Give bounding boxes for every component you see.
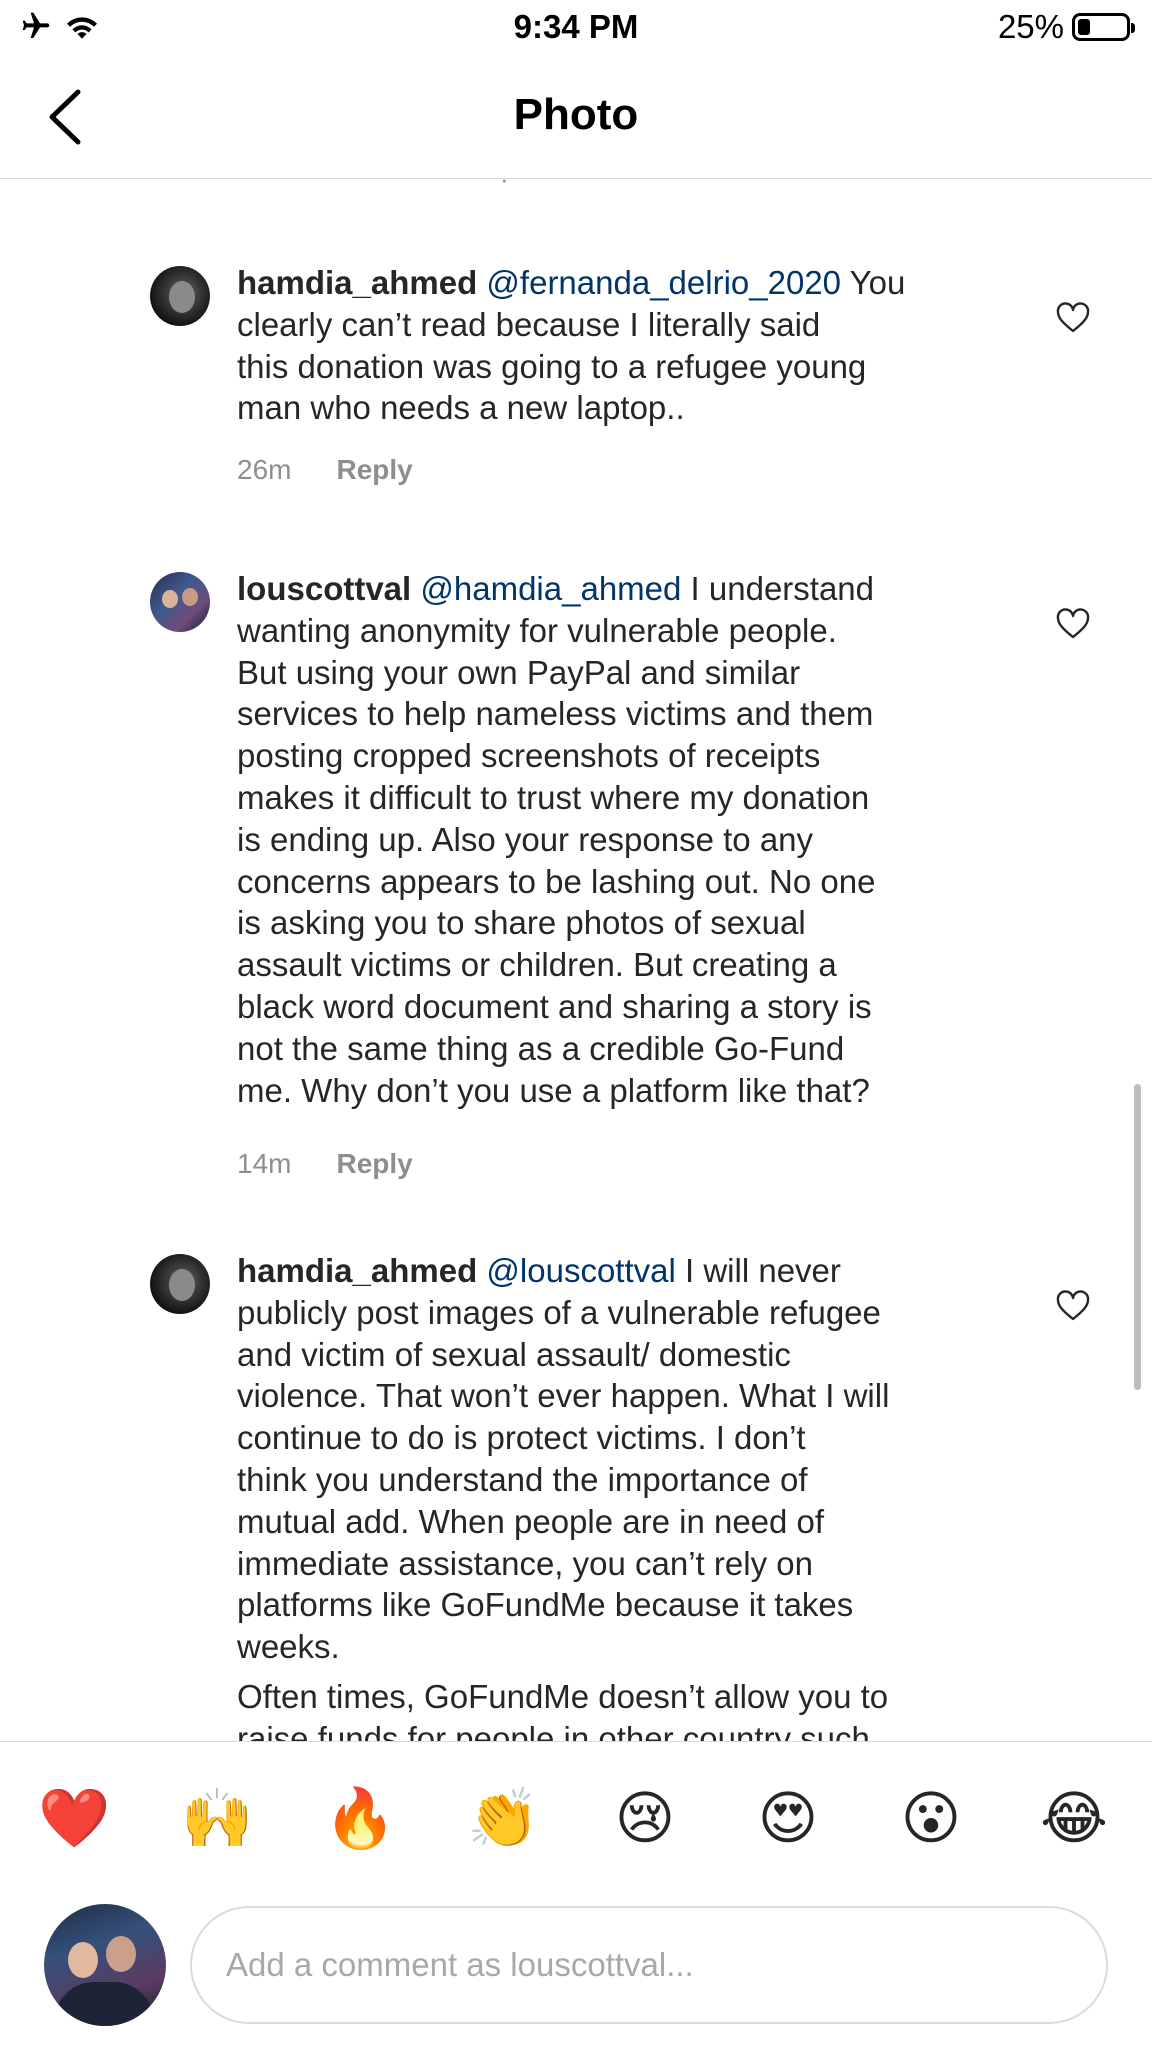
status-right: 25% <box>997 8 1135 46</box>
battery-level <box>1078 19 1090 35</box>
emoji-raised-hands-button[interactable]: 🙌 <box>181 1784 253 1854</box>
comment-text: hamdia_ahmed @fernanda_delrio_2020 You c… <box>237 262 1007 429</box>
status-time: 9:34 PM <box>513 8 639 45</box>
emoji-laughing-button[interactable]: 😂 <box>1039 1784 1109 1854</box>
comment-mention[interactable]: @louscottval <box>486 1252 675 1289</box>
comment-mention[interactable]: @fernanda_delrio_2020 <box>486 264 841 301</box>
emoji-clap-button[interactable]: 👏 <box>467 1784 539 1854</box>
avatar[interactable] <box>150 1254 210 1314</box>
battery-percent: 25% <box>997 8 1064 45</box>
battery-icon <box>1072 13 1135 41</box>
comment-username[interactable]: hamdia_ahmed <box>237 1252 477 1289</box>
reply-button[interactable]: Reply <box>336 1148 412 1180</box>
comments-list[interactable]: · hamdia_ahmed @fernanda_delrio_2020 You… <box>0 178 1152 1742</box>
emoji-crying-button[interactable]: 😢 <box>610 1784 680 1854</box>
comment-continuation: Often times, GoFundMe doesn’t allow you … <box>237 1678 889 1742</box>
comment-meta: 14m Reply <box>237 1148 413 1180</box>
comment-body: I understand wanting anonymity for vulne… <box>237 570 876 1109</box>
heart-icon[interactable] <box>1055 1290 1091 1322</box>
nav-bar: Photo <box>0 60 1152 179</box>
comment-meta: 26m Reply <box>237 454 413 486</box>
emoji-heart-eyes-button[interactable]: 😍 <box>753 1784 823 1854</box>
comment-text: hamdia_ahmed @louscottval I will never p… <box>237 1250 1007 1668</box>
scrollbar[interactable] <box>1134 1084 1141 1390</box>
comment-time: 14m <box>237 1148 292 1179</box>
comment-username[interactable]: louscottval <box>237 570 411 607</box>
comment-username[interactable]: hamdia_ahmed <box>237 264 477 301</box>
status-bar: 9:34 PM 25% <box>0 0 1152 60</box>
emoji-surprised-button[interactable]: 😮 <box>896 1784 966 1854</box>
page-title: Photo <box>513 90 639 139</box>
heart-icon[interactable] <box>1055 608 1091 640</box>
emoji-heart-button[interactable]: ❤️ <box>38 1784 110 1854</box>
comment-mention[interactable]: @hamdia_ahmed <box>420 570 681 607</box>
emoji-bar: ❤️ 🙌 🔥 👏 😢 😍 😮 😂 <box>0 1741 1152 1892</box>
avatar[interactable] <box>150 266 210 326</box>
comment-input[interactable] <box>190 1906 1108 2024</box>
cropped-previous-item: · <box>500 178 509 194</box>
comment-composer <box>0 1890 1152 2048</box>
current-user-avatar[interactable] <box>44 1904 166 2026</box>
reply-button[interactable]: Reply <box>336 454 412 486</box>
comment-time: 26m <box>237 454 292 485</box>
comment-body: I will never publicly post images of a v… <box>237 1252 890 1666</box>
emoji-fire-button[interactable]: 🔥 <box>324 1784 396 1854</box>
avatar[interactable] <box>150 572 210 632</box>
comment-text: louscottval @hamdia_ahmed I understand w… <box>237 568 1007 1111</box>
heart-icon[interactable] <box>1055 302 1091 334</box>
